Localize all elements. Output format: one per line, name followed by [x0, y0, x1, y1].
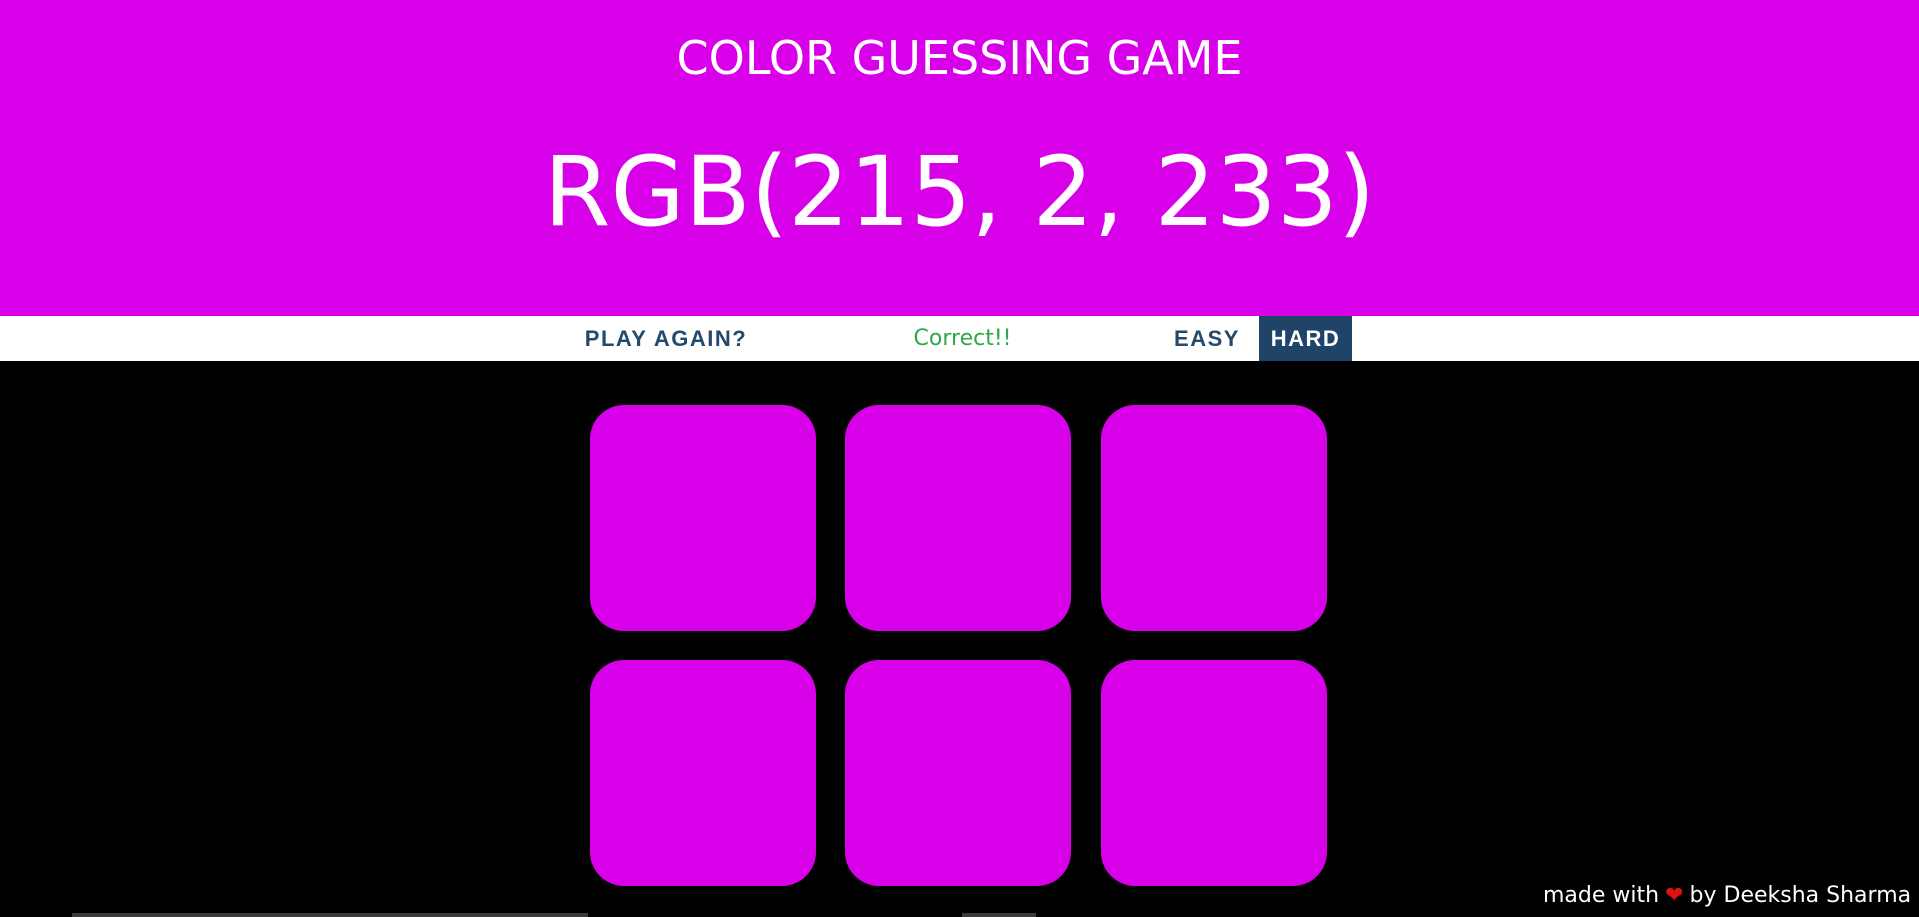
footer-prefix: made with: [1543, 883, 1660, 908]
color-square[interactable]: [845, 660, 1071, 886]
game-title: COLOR GUESSING GAME: [676, 31, 1243, 85]
target-rgb-display: RGB(215, 2, 233): [543, 136, 1376, 248]
color-square[interactable]: [1101, 405, 1327, 631]
color-square[interactable]: [1101, 660, 1327, 886]
heart-icon: ❤: [1665, 883, 1684, 908]
scrollbar-track: [962, 913, 1036, 917]
easy-mode-button[interactable]: EASY: [1165, 316, 1249, 361]
result-message: Correct!!: [913, 326, 1012, 351]
color-square[interactable]: [590, 660, 816, 886]
play-again-button[interactable]: PLAY AGAIN?: [570, 316, 762, 361]
scrollbar-track: [72, 913, 588, 917]
footer-author: by Deeksha Sharma: [1689, 883, 1912, 908]
control-stripe: PLAY AGAIN? Correct!! EASY HARD: [0, 316, 1919, 361]
hard-mode-button[interactable]: HARD: [1259, 316, 1352, 361]
color-square[interactable]: [590, 405, 816, 631]
color-square[interactable]: [845, 405, 1071, 631]
header: COLOR GUESSING GAME RGB(215, 2, 233): [0, 0, 1919, 316]
game-page: COLOR GUESSING GAME RGB(215, 2, 233) PLA…: [0, 0, 1919, 917]
footer-credit: made with ❤ by Deeksha Sharma: [1543, 880, 1911, 912]
